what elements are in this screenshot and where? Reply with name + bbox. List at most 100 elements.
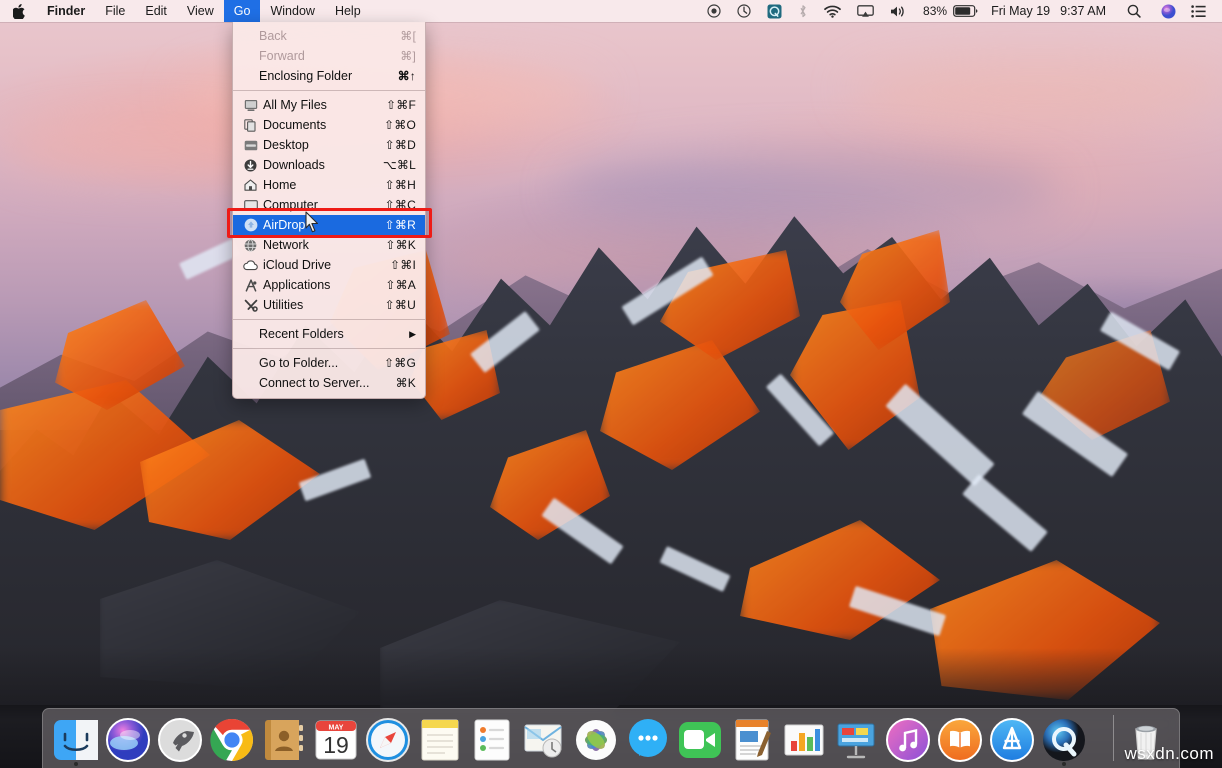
mail-icon xyxy=(521,717,567,763)
menu-item-documents[interactable]: Documents ⇧⌘O xyxy=(233,115,425,135)
menu-item-shortcut: ⌘K xyxy=(396,376,416,390)
quicktime-status-icon[interactable] xyxy=(759,0,790,22)
bluetooth-icon[interactable] xyxy=(790,0,816,22)
menu-item-home[interactable]: Home ⇧⌘H xyxy=(233,175,425,195)
menu-go[interactable]: Go xyxy=(224,0,261,22)
menu-item-connect-to-server[interactable]: Connect to Server... ⌘K xyxy=(233,373,425,393)
menu-item-downloads[interactable]: Downloads ⌥⌘L xyxy=(233,155,425,175)
desktop-icon xyxy=(242,137,259,153)
menu-item-forward[interactable]: Forward ⌘] xyxy=(233,46,425,66)
menu-item-label: Enclosing Folder xyxy=(259,69,386,83)
menu-view[interactable]: View xyxy=(177,0,224,22)
dock-item-numbers[interactable] xyxy=(778,708,830,768)
dock-item-reminders[interactable] xyxy=(466,708,518,768)
menu-item-airdrop[interactable]: AirDrop ⇧⌘R xyxy=(233,215,425,235)
menu-item-label: Back xyxy=(259,29,388,43)
apple-logo-icon[interactable] xyxy=(0,0,37,22)
pages-icon xyxy=(729,717,775,763)
menu-window[interactable]: Window xyxy=(260,0,324,22)
menu-item-network[interactable]: Network ⇧⌘K xyxy=(233,235,425,255)
dock-item-facetime[interactable] xyxy=(674,708,726,768)
dock[interactable]: MAY 19 xyxy=(42,708,1180,768)
menu-item-go-to-folder[interactable]: Go to Folder... ⇧⌘G xyxy=(233,353,425,373)
battery-icon[interactable] xyxy=(950,0,985,22)
airplay-icon[interactable] xyxy=(849,0,882,22)
dock-item-appstore[interactable] xyxy=(986,708,1038,768)
menu-item-applications[interactable]: Applications ⇧⌘A xyxy=(233,275,425,295)
all-my-files-icon xyxy=(242,97,259,113)
mouse-cursor xyxy=(305,211,320,238)
menu-bar-status-area[interactable]: 83% Fri May 19 9:37 AM xyxy=(699,0,1222,22)
menu-item-label: All My Files xyxy=(263,98,374,112)
menu-item-desktop[interactable]: Desktop ⇧⌘D xyxy=(233,135,425,155)
finder-icon xyxy=(53,717,99,763)
screen-recording-icon[interactable] xyxy=(699,0,729,22)
menu-item-utilities[interactable]: Utilities ⇧⌘U xyxy=(233,295,425,315)
menu-item-shortcut: ⇧⌘D xyxy=(385,138,416,152)
menu-item-label: Computer xyxy=(263,198,373,212)
calendar-icon: MAY 19 xyxy=(313,717,359,763)
dock-item-notes[interactable] xyxy=(414,708,466,768)
wifi-icon[interactable] xyxy=(816,0,849,22)
menu-item-all-my-files[interactable]: All My Files ⇧⌘F xyxy=(233,95,425,115)
site-watermark: wsxdn.com xyxy=(1124,744,1214,764)
menu-item-label: Downloads xyxy=(263,158,371,172)
dock-item-messages[interactable] xyxy=(622,708,674,768)
downloads-icon xyxy=(242,157,259,173)
facetime-icon xyxy=(677,717,723,763)
menu-item-label: Network xyxy=(263,238,373,252)
search-icon[interactable] xyxy=(1116,0,1152,22)
dock-item-finder[interactable] xyxy=(50,708,102,768)
menu-bar-date[interactable]: Fri May 19 xyxy=(985,4,1060,18)
icloud-drive-icon xyxy=(242,257,259,273)
notification-center-icon[interactable] xyxy=(1185,0,1213,22)
menu-bar-clock[interactable]: 9:37 AM xyxy=(1060,4,1116,18)
menu-edit[interactable]: Edit xyxy=(135,0,177,22)
dock-item-contacts[interactable] xyxy=(258,708,310,768)
menu-item-shortcut: ⇧⌘A xyxy=(385,278,416,292)
menu-item-computer[interactable]: Computer ⇧⌘C xyxy=(233,195,425,215)
dock-item-safari[interactable] xyxy=(362,708,414,768)
menu-file[interactable]: File xyxy=(95,0,135,22)
time-machine-icon[interactable] xyxy=(729,0,759,22)
dock-item-launchpad[interactable] xyxy=(154,708,206,768)
menu-bar[interactable]: Finder File Edit View Go Window Help xyxy=(0,0,1222,22)
menu-item-back[interactable]: Back ⌘[ xyxy=(233,26,425,46)
dock-item-chrome[interactable] xyxy=(206,708,258,768)
menu-item-shortcut: ⇧⌘O xyxy=(384,118,416,132)
chrome-icon xyxy=(209,717,255,763)
volume-icon[interactable] xyxy=(882,0,915,22)
numbers-icon xyxy=(781,717,827,763)
menu-item-shortcut: ⇧⌘F xyxy=(386,98,416,112)
appstore-icon xyxy=(989,717,1035,763)
home-icon xyxy=(242,177,259,193)
siri-icon[interactable] xyxy=(1152,0,1185,22)
itunes-icon xyxy=(885,717,931,763)
menu-bar-app-menus[interactable]: Finder File Edit View Go Window Help xyxy=(0,0,371,22)
dock-item-siri[interactable] xyxy=(102,708,154,768)
menu-item-shortcut: ⌘↑ xyxy=(398,69,416,83)
menu-finder[interactable]: Finder xyxy=(37,0,95,22)
dock-item-pages[interactable] xyxy=(726,708,778,768)
menu-item-label: Desktop xyxy=(263,138,373,152)
menu-item-recent-folders[interactable]: Recent Folders ▶ xyxy=(233,324,425,344)
menu-item-label: iCloud Drive xyxy=(263,258,378,272)
dock-item-photos[interactable] xyxy=(570,708,622,768)
dock-item-ibooks[interactable] xyxy=(934,708,986,768)
menu-separator xyxy=(233,348,425,349)
menu-item-label: Home xyxy=(263,178,373,192)
menu-item-label: Connect to Server... xyxy=(259,376,384,390)
dock-item-mail[interactable] xyxy=(518,708,570,768)
menu-help[interactable]: Help xyxy=(325,0,371,22)
dock-item-calendar[interactable]: MAY 19 xyxy=(310,708,362,768)
dock-item-keynote[interactable] xyxy=(830,708,882,768)
menu-item-enclosing-folder[interactable]: Enclosing Folder ⌘↑ xyxy=(233,66,425,86)
go-dropdown-menu[interactable]: Back ⌘[ Forward ⌘] Enclosing Folder ⌘↑ A… xyxy=(232,22,426,399)
desktop-wallpaper[interactable] xyxy=(0,0,1222,768)
menu-item-shortcut: ⌘] xyxy=(400,49,416,63)
menu-item-icloud-drive[interactable]: iCloud Drive ⇧⌘I xyxy=(233,255,425,275)
dock-item-itunes[interactable] xyxy=(882,708,934,768)
messages-icon xyxy=(625,717,671,763)
dock-item-quicktime[interactable] xyxy=(1038,708,1090,768)
network-icon xyxy=(242,237,259,253)
